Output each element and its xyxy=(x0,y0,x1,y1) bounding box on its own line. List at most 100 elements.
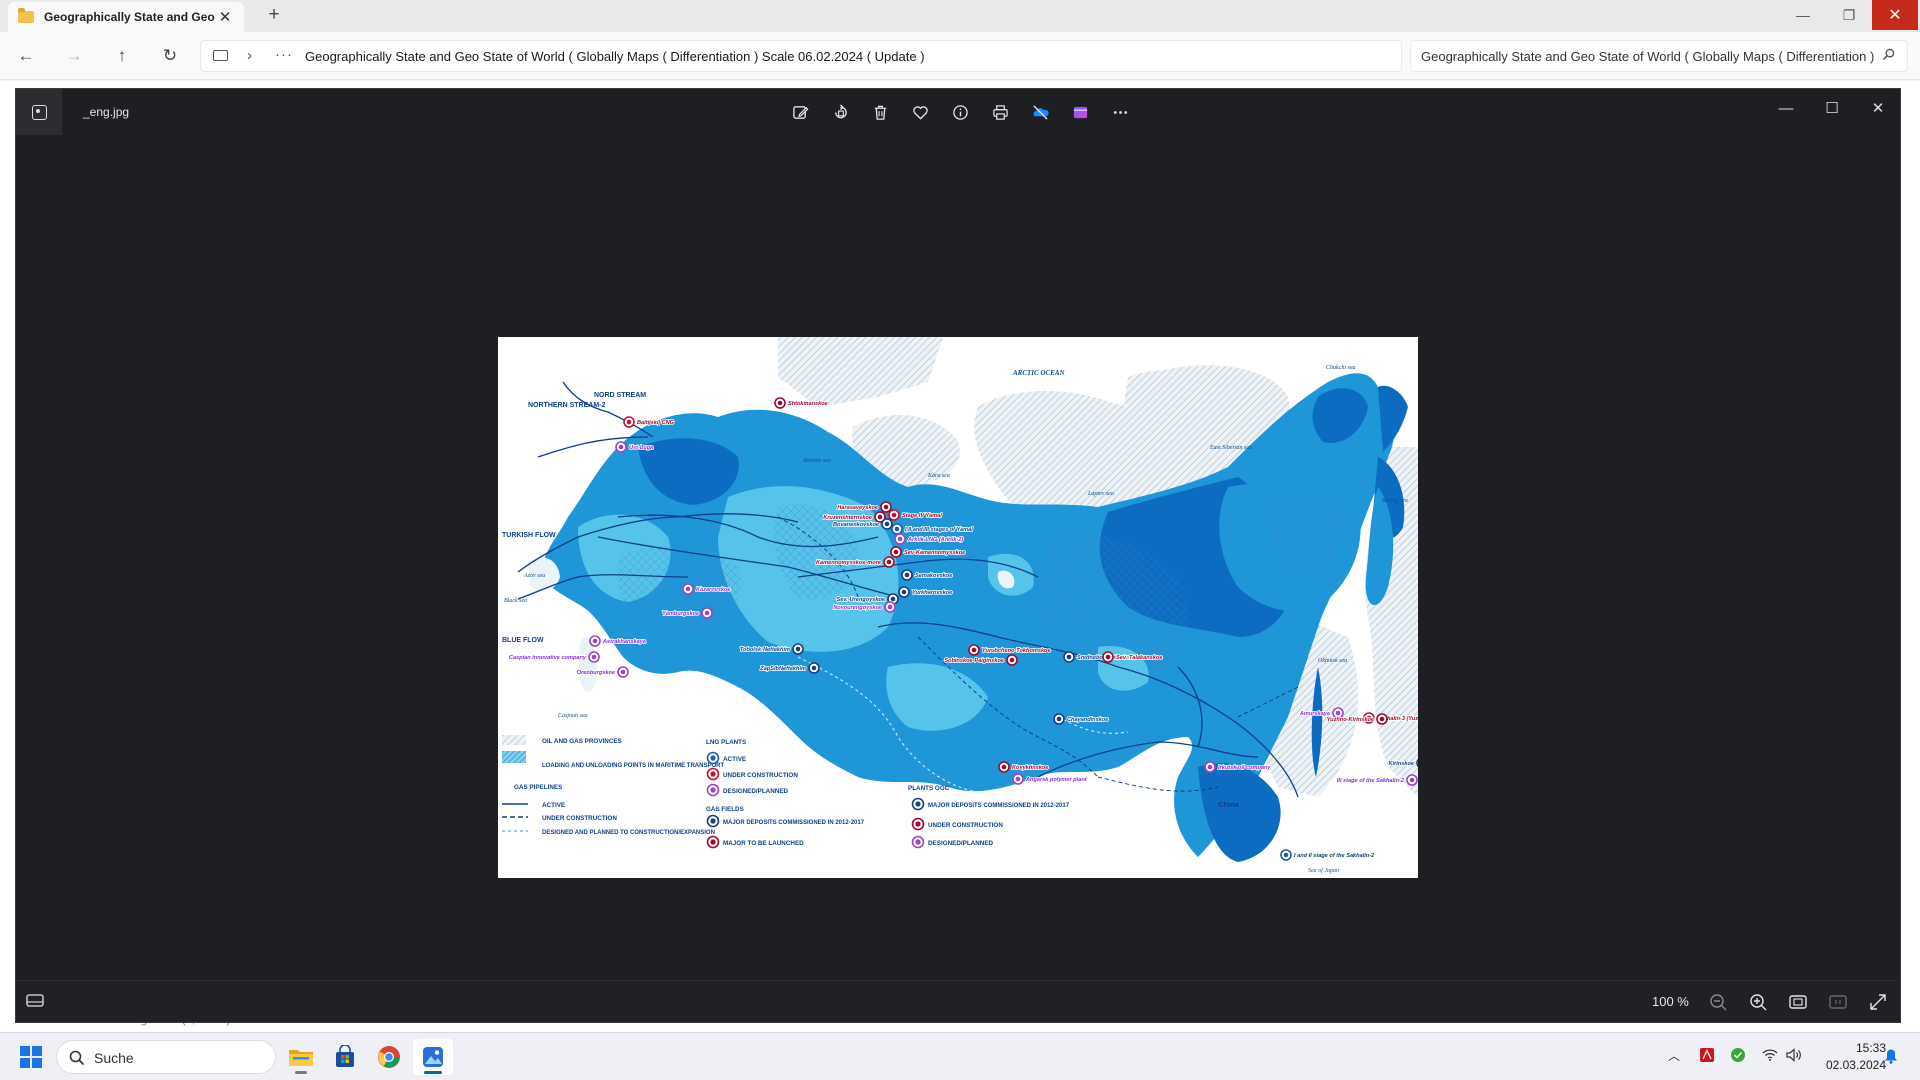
map-sea-label: Black sea xyxy=(504,598,527,604)
facility-marker-dot xyxy=(704,610,710,616)
facility-label: Yurubcheno-Tokhomskoe xyxy=(982,648,1051,654)
facility-label: Amurskaya xyxy=(1299,711,1330,717)
fit-to-window-icon[interactable] xyxy=(1788,992,1808,1012)
actual-size-icon[interactable] xyxy=(1828,992,1848,1012)
taskbar-search-label: Suche xyxy=(94,1050,134,1066)
notification-bell-icon[interactable] xyxy=(1884,1048,1898,1064)
legend-pipe-planned: DESIGNED AND PLANNED TO CONSTRUCTION/EXP… xyxy=(542,830,715,836)
facility-label: Sev.-Talakanskoe xyxy=(1116,655,1162,661)
close-window-button[interactable]: ✕ xyxy=(1872,0,1918,30)
zoom-in-icon[interactable] xyxy=(1748,992,1768,1012)
facility-label: Baltijskij CNG xyxy=(637,420,675,426)
facility-label: Sev.-Urengoyskoe xyxy=(837,597,886,603)
facility-marker-dot xyxy=(883,504,889,510)
explorer-tab[interactable]: Geographically State and Geo ✕ xyxy=(8,2,244,32)
viewer-maximize-icon[interactable]: ☐ xyxy=(1810,93,1854,123)
store-taskbar-icon[interactable] xyxy=(325,1039,365,1075)
print-icon[interactable] xyxy=(987,99,1013,125)
pipeline-label: NORTHERN STREAM-2 xyxy=(528,402,605,409)
info-icon[interactable] xyxy=(947,99,973,125)
facility-marker-dot xyxy=(884,521,890,527)
chrome-taskbar-icon[interactable] xyxy=(369,1039,409,1075)
facility-marker-dot xyxy=(886,559,892,565)
viewer-close-icon[interactable]: ✕ xyxy=(1856,93,1900,123)
map-sea-label: Kara sea xyxy=(927,473,950,479)
clipchamp-icon[interactable] xyxy=(1067,99,1093,125)
file-explorer-taskbar-icon[interactable] xyxy=(281,1039,321,1075)
rotate-icon[interactable] xyxy=(827,99,853,125)
legend-pipe-construction: UNDER CONSTRUCTION xyxy=(542,815,617,822)
volume-icon[interactable] xyxy=(1785,1048,1803,1062)
explorer-tab-bar: Geographically State and Geo ✕ + — ❐ ✕ xyxy=(0,0,1920,32)
legend-marker-dot xyxy=(710,755,716,761)
onedrive-icon[interactable] xyxy=(1027,99,1053,125)
acrobat-tray-icon[interactable] xyxy=(1699,1047,1715,1063)
facility-label: Novourengoyskoe xyxy=(833,605,882,611)
facility-label: Yurkharovskoe xyxy=(912,590,952,596)
search-value[interactable]: Geographically State and Geo State of Wo… xyxy=(1421,49,1877,64)
tray-chevron-icon[interactable]: ︿ xyxy=(1668,1047,1680,1064)
zoom-out-icon[interactable] xyxy=(1708,992,1728,1012)
image-stage[interactable]: ARCTIC OCEAN Caspian sea Black sea Azov … xyxy=(16,135,1900,980)
back-arrow-icon[interactable]: ← xyxy=(14,44,38,68)
security-tray-icon[interactable] xyxy=(1730,1047,1746,1063)
legend-provinces-swatch xyxy=(502,735,526,745)
search-icon xyxy=(69,1050,85,1066)
pipeline-label: NORD STREAM xyxy=(594,392,646,399)
pipeline-label: BLUE FLOW xyxy=(502,637,544,644)
facility-label: Yamburgskoe xyxy=(662,611,699,617)
delete-icon[interactable] xyxy=(867,99,893,125)
legend-marker-dot xyxy=(915,801,921,807)
chevron-right-icon[interactable]: › xyxy=(247,47,252,64)
minimize-icon[interactable]: — xyxy=(1780,0,1826,30)
legend-lng-planned: DESIGNED/PLANNED xyxy=(723,788,789,795)
taskbar-search[interactable]: Suche xyxy=(56,1040,276,1074)
facility-marker-dot xyxy=(1066,654,1072,660)
favorite-icon[interactable] xyxy=(907,99,933,125)
viewer-minimize-icon[interactable]: — xyxy=(1764,93,1808,123)
address-bar[interactable]: › ··· Geographically State and Geo State… xyxy=(200,40,1402,72)
address-path[interactable]: Geographically State and Geo State of Wo… xyxy=(305,49,925,64)
facility-label: Yuzhno-Kirinskoe xyxy=(1327,717,1374,723)
facility-label: Kovyktinskoe xyxy=(1012,765,1048,771)
fullscreen-icon[interactable] xyxy=(1868,992,1888,1012)
more-path-icon[interactable]: ··· xyxy=(275,46,293,63)
map-image[interactable]: ARCTIC OCEAN Caspian sea Black sea Azov … xyxy=(498,337,1418,878)
facility-marker-dot xyxy=(1207,764,1213,770)
up-arrow-icon[interactable]: ↑ xyxy=(110,44,134,68)
facility-label: ZapSibNeftekhim xyxy=(759,666,806,672)
facility-label: Kamennomysskoe-more xyxy=(816,560,881,566)
restore-icon[interactable]: ❐ xyxy=(1826,0,1872,30)
windows-start-icon[interactable] xyxy=(20,1046,42,1068)
map-sea-label: Okhotsk sea xyxy=(1318,658,1347,664)
legend-fields-major: MAJOR DEPOSITS COMMISSIONED IN 2012-2017 xyxy=(723,820,865,826)
system-clock[interactable]: 15:33 02.03.2024 xyxy=(1826,1040,1886,1074)
facility-marker-dot xyxy=(1009,657,1015,663)
search-input[interactable]: Geographically State and Geo State of Wo… xyxy=(1410,40,1908,72)
new-tab-button[interactable]: + xyxy=(262,4,286,26)
folder-icon xyxy=(18,8,34,23)
facility-marker-dot xyxy=(887,604,893,610)
legend-ogc-construction: UNDER CONSTRUCTION xyxy=(928,822,1003,829)
wifi-icon[interactable] xyxy=(1762,1048,1778,1062)
facility-marker-dot xyxy=(777,400,783,406)
facility-marker-dot xyxy=(592,638,598,644)
refresh-icon[interactable]: ↻ xyxy=(158,44,182,68)
edit-icon[interactable] xyxy=(787,99,813,125)
facility-label: Angarsk polymer plant xyxy=(1025,777,1088,783)
filmstrip-icon[interactable] xyxy=(26,993,44,1009)
zoom-level: 100 % xyxy=(1652,994,1689,1009)
search-icon xyxy=(1882,48,1895,61)
facility-marker-dot xyxy=(620,669,626,675)
photos-app-icon[interactable] xyxy=(16,89,62,135)
more-icon[interactable] xyxy=(1107,99,1133,125)
facility-marker-dot xyxy=(904,572,910,578)
viewer-file-name: _eng.jpg xyxy=(83,105,130,119)
this-pc-icon[interactable] xyxy=(213,50,228,61)
facility-label: Stage IV Yamal xyxy=(902,513,942,519)
tab-close-icon[interactable]: ✕ xyxy=(216,8,234,26)
forward-arrow-icon[interactable]: → xyxy=(62,44,86,68)
facility-label: Irkutsk oil company xyxy=(1218,765,1271,771)
photos-taskbar-icon[interactable] xyxy=(413,1039,453,1075)
facility-marker-dot xyxy=(591,654,597,660)
